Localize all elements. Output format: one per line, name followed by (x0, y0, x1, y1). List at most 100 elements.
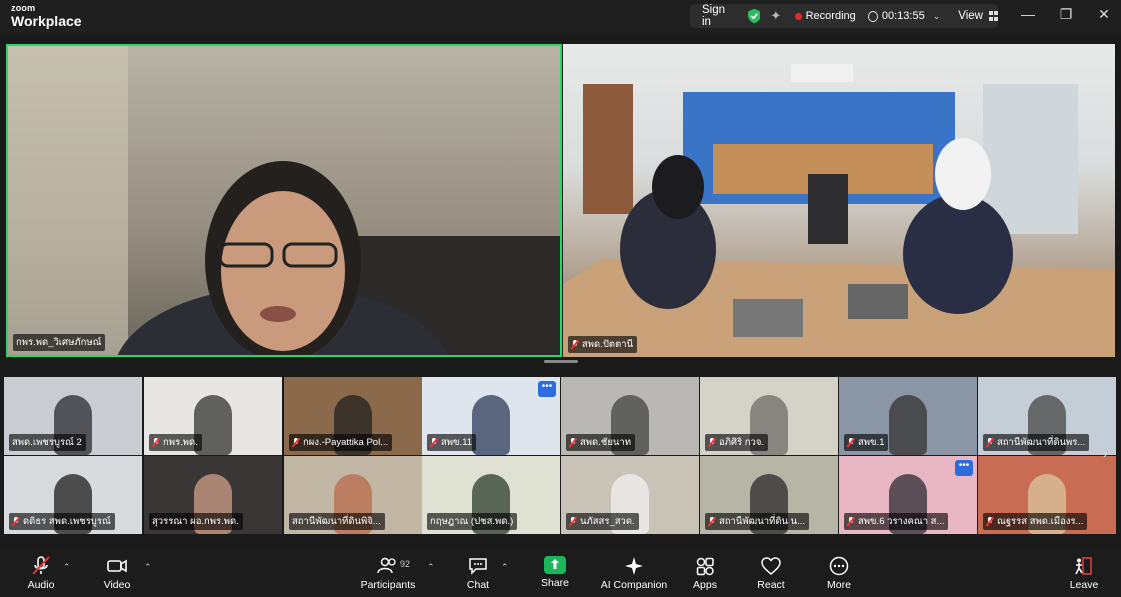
participant-name-label: สพด.ชัยนาท (566, 434, 635, 451)
speaker-video (8, 46, 560, 355)
participant-name: สพข.1 (858, 437, 885, 448)
participant-name: กพร.พด. (163, 437, 198, 448)
camera-icon (107, 559, 127, 573)
muted-mic-icon (430, 438, 438, 447)
video-label: Video (103, 579, 131, 591)
gallery-video-tile[interactable]: สพข.1 (839, 377, 977, 455)
ai-sparkle-icon[interactable]: ✦ (770, 8, 781, 24)
apps-label: Apps (693, 579, 717, 591)
participant-name-label: สพข.1 (844, 434, 889, 451)
more-label: More (827, 579, 851, 591)
participants-icon (377, 557, 396, 574)
participant-name: ณฐรรส สพด.เมืองร... (997, 516, 1084, 527)
restore-icon[interactable]: ❐ (1056, 6, 1076, 23)
muted-mic-icon (986, 438, 994, 447)
chat-label: Chat (466, 579, 490, 591)
gallery-video-tile[interactable]: สพข.6 วรางคณา ส... ••• (839, 456, 977, 534)
clock-icon (867, 10, 878, 22)
participant-name: กผง.-Payattika Pol... (303, 437, 389, 448)
participants-label: Participants (360, 579, 416, 591)
muted-mic-icon (152, 438, 160, 447)
gallery-video-tile[interactable]: กฤษฎาณ (ปชส.พด.) (422, 456, 560, 534)
video-tile-active-speaker[interactable]: กพร.พด_วิเศษภักษณ์ (6, 44, 562, 357)
participants-count: 92 (400, 559, 411, 569)
muted-mic-icon (569, 517, 577, 526)
participant-name-label: สพด.เพชรบูรณ์ 2 (9, 434, 86, 451)
share-screen-icon (544, 556, 566, 574)
video-tile-participant[interactable]: สพด.ปัตตานี (563, 44, 1115, 357)
minimize-icon[interactable]: — (1018, 6, 1038, 22)
participant-name: กพร.พด_วิเศษภักษณ์ (16, 337, 102, 348)
muted-mic-icon (571, 340, 579, 349)
meeting-toolbar: Audio ⌃ Video ⌃ Participants 92 ⌃ Chat ⌃… (0, 548, 1121, 597)
gallery-video-tile[interactable]: กพร.พด. (144, 377, 282, 455)
gallery-video-tile[interactable]: สถานีพัฒนาที่ดินพิจิ... (284, 456, 422, 534)
mic-muted-icon (32, 556, 50, 575)
gallery-video-tile[interactable]: ดดิธร สพด.เพชรบูรณ์ (4, 456, 142, 534)
participant-name: อภิศิริ กวจ. (719, 437, 765, 448)
participant-name: ดดิธร สพด.เพชรบูรณ์ (23, 516, 111, 527)
participant-name: สพด.เพชรบูรณ์ 2 (12, 437, 82, 448)
more-button[interactable]: More (799, 556, 879, 591)
gallery-video-tile[interactable]: สพด.ชัยนาท (561, 377, 699, 455)
tile-options-icon[interactable]: ••• (955, 460, 973, 476)
share-button[interactable]: Share (515, 556, 595, 589)
gallery-video-tile[interactable]: สพด.เพชรบูรณ์ 2 (4, 377, 142, 455)
chat-options-caret-icon[interactable]: ⌃ (501, 562, 509, 573)
muted-mic-icon (986, 517, 994, 526)
chevron-right-icon[interactable]: › (1103, 446, 1107, 461)
logo-bottom-text: Workplace (11, 13, 82, 29)
gallery-video-tile[interactable]: อภิศิริ กวจ. (700, 377, 838, 455)
recording-label[interactable]: Recording (806, 10, 856, 22)
participant-name-label: อภิศิริ กวจ. (705, 434, 769, 451)
close-icon[interactable]: ✕ (1094, 6, 1114, 23)
chevron-down-icon[interactable]: ⌄ (933, 11, 941, 22)
participant-name-label: กผง.-Payattika Pol... (289, 434, 393, 451)
participant-name: สุวรรณา ผอ.กพร.พด. (152, 516, 239, 527)
view-button[interactable]: View (958, 10, 983, 22)
participant-name: นภัสสร_สวด. (580, 516, 635, 527)
share-label: Share (540, 577, 570, 589)
muted-mic-icon (708, 438, 716, 447)
tile-options-icon[interactable]: ••• (538, 381, 556, 397)
participant-name: สพด.ชัยนาท (580, 437, 631, 448)
participant-name-label: ณฐรรส สพด.เมืองร... (983, 513, 1088, 530)
audio-label: Audio (27, 579, 55, 591)
recording-dot-icon (795, 12, 802, 20)
participant-name-label: ดดิธร สพด.เพชรบูรณ์ (9, 513, 115, 530)
gallery-video-tile[interactable]: สถานีพัฒนาที่ดินพร... (978, 377, 1116, 455)
muted-mic-icon (292, 438, 300, 447)
react-label: React (757, 579, 785, 591)
gallery-video-tile[interactable]: สพข.11 ••• (422, 377, 560, 455)
participant-name-label: กพร.พด_วิเศษภักษณ์ (13, 334, 106, 351)
grid-view-icon[interactable] (988, 11, 998, 21)
participant-name-label: สถานีพัฒนาที่ดินพร... (983, 434, 1090, 451)
participants-button[interactable]: Participants (348, 556, 428, 591)
gallery-video-tile[interactable]: ณฐรรส สพด.เมืองร... (978, 456, 1116, 534)
participant-name-label: กฤษฎาณ (ปชส.พด.) (427, 513, 518, 530)
ai-companion-button[interactable]: AI Companion (594, 556, 674, 591)
gallery-video-tile[interactable]: สุวรรณา ผอ.กพร.พด. (144, 456, 282, 534)
participant-name-label: สพข.6 วรางคณา ส... (844, 513, 949, 530)
gallery-video-tile[interactable]: สถานีพัฒนาที่ดิน น... (700, 456, 838, 534)
meeting-info-bar: Sign in ✦ Recording 00:13:55 ⌄ View (690, 4, 998, 28)
resize-handle[interactable] (544, 360, 578, 363)
video-options-caret-icon[interactable]: ⌃ (144, 562, 152, 573)
gallery-video-tile[interactable]: นภัสสร_สวด. (561, 456, 699, 534)
sign-in-button[interactable]: Sign in (702, 4, 734, 28)
participant-figure (889, 395, 927, 455)
leave-icon (1075, 557, 1092, 575)
participant-name: สพข.6 วรางคณา ส... (858, 516, 945, 527)
more-icon (829, 556, 849, 576)
gallery-video-tile[interactable]: กผง.-Payattika Pol... (284, 377, 422, 455)
participant-name: สถานีพัฒนาที่ดินพิจิ... (292, 516, 381, 527)
leave-button[interactable]: Leave (1044, 556, 1121, 591)
shield-icon[interactable] (747, 8, 761, 24)
room-video (563, 64, 1115, 357)
chat-icon (469, 558, 487, 575)
participants-options-caret-icon[interactable]: ⌃ (427, 562, 435, 573)
audio-options-caret-icon[interactable]: ⌃ (63, 562, 71, 573)
participant-figure (472, 395, 510, 455)
heart-icon (761, 557, 781, 575)
muted-mic-icon (847, 438, 855, 447)
